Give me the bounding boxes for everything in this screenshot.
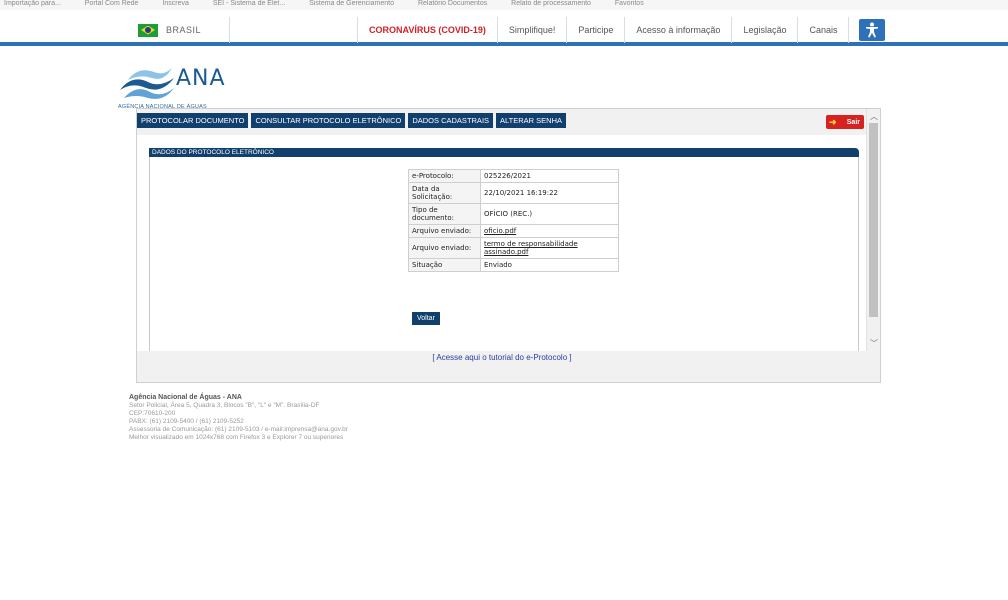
- footer-line: CEP:70610-200: [129, 410, 176, 417]
- table-row: Arquivo enviado: termo de responsabilida…: [408, 237, 619, 259]
- canais-link[interactable]: Canais: [798, 17, 850, 43]
- table-row: e-Protocolo: 025226/2021: [408, 169, 619, 183]
- vertical-scrollbar[interactable]: ︿ ﹀: [866, 109, 880, 351]
- tab-consultar[interactable]: CONSULTAR PROTOCOLO ELETRÔNICO: [251, 113, 406, 128]
- legislacao-link[interactable]: Legislação: [732, 17, 799, 43]
- section-title: DADOS DO PROTOCOLO ELETRÔNICO: [149, 148, 859, 157]
- footer: Agência Nacional de Águas - ANA Setor Po…: [129, 394, 348, 442]
- protocol-details-table: e-Protocolo: 025226/2021 Data da Solicit…: [408, 169, 619, 272]
- ana-logo[interactable]: ANA AGÊNCIA NACIONAL DE ÁGUAS: [118, 60, 258, 110]
- content-area: DADOS DO PROTOCOLO ELETRÔNICO e-Protocol…: [137, 135, 867, 351]
- detail-value: Enviado: [480, 258, 619, 272]
- tutorial-link[interactable]: [ Acesse aqui o tutorial do e-Protocolo …: [137, 353, 867, 362]
- detail-label: Arquivo enviado:: [408, 237, 481, 259]
- logout-label: Sair: [846, 118, 860, 126]
- detail-label: Tipo de documento:: [408, 203, 481, 225]
- table-row: Situação Enviado: [408, 258, 619, 272]
- gov-bar-spacer: [230, 17, 358, 43]
- section-body: e-Protocolo: 025226/2021 Data da Solicit…: [149, 157, 859, 351]
- main-frame: PROTOCOLAR DOCUMENTO CONSULTAR PROTOCOLO…: [136, 108, 881, 383]
- detail-label: Situação: [408, 258, 481, 272]
- accessibility-icon[interactable]: [859, 19, 886, 41]
- tab-dados-cadastrais[interactable]: DADOS CADASTRAIS: [408, 113, 494, 128]
- voltar-button[interactable]: Voltar: [412, 312, 440, 325]
- participe-link[interactable]: Participe: [567, 17, 626, 43]
- detail-label: e-Protocolo:: [408, 169, 481, 183]
- bookmark-item[interactable]: Inscreva: [162, 0, 188, 7]
- bookmark-item[interactable]: Favoritos: [615, 0, 644, 7]
- detail-label: Data da Solicitação:: [408, 182, 481, 204]
- footer-line: PABX: (61) 2109-5400 / (61) 2109-5252: [129, 418, 244, 425]
- covid-link[interactable]: CORONAVÍRUS (COVID-19): [358, 17, 498, 43]
- file-link[interactable]: termo de responsabilidade assinado.pdf: [484, 240, 578, 256]
- brasil-link[interactable]: BRASIL: [122, 17, 230, 43]
- footer-line: Melhor visualizado em 1024x768 com Firef…: [129, 434, 344, 441]
- bookmarks-bar: Importação para... Portal Com Rede Inscr…: [0, 0, 1008, 10]
- bookmark-item[interactable]: Portal Com Rede: [85, 0, 139, 7]
- table-row: Arquivo enviado: oficio.pdf: [408, 224, 619, 238]
- bookmark-item[interactable]: Relato de processamento: [511, 0, 591, 7]
- footer-org: Agência Nacional de Águas - ANA: [129, 394, 242, 401]
- tab-alterar-senha[interactable]: ALTERAR SENHA: [496, 113, 566, 128]
- footer-line: Setor Policial, Área 5, Quadra 3, Blocos…: [129, 402, 320, 409]
- file-link[interactable]: oficio.pdf: [484, 227, 516, 235]
- detail-value: OFÍCIO (REC.): [480, 203, 619, 225]
- brazil-flag-icon: [138, 23, 158, 37]
- footer-line: Assessoria de Comunicação: (61) 2109-510…: [129, 426, 348, 433]
- acesso-informacao-link[interactable]: Acesso à informação: [625, 17, 733, 43]
- detail-value: 025226/2021: [480, 169, 619, 183]
- tab-protocolar[interactable]: PROTOCOLAR DOCUMENTO: [137, 113, 249, 128]
- table-row: Data da Solicitação: 22/10/2021 16:19:22: [408, 182, 619, 204]
- ana-wave-icon: [120, 68, 174, 99]
- logo-name: ANA: [176, 66, 226, 91]
- bookmark-item[interactable]: Sistema de Gerenciamento: [309, 0, 394, 7]
- bookmark-item[interactable]: SEI - Sistema de Elet...: [213, 0, 285, 7]
- exit-arrow-icon: ➜: [829, 117, 837, 127]
- bookmark-item[interactable]: Relatório Documentos: [418, 0, 487, 7]
- simplifique-link[interactable]: Simplifique!: [498, 17, 568, 43]
- bookmark-item[interactable]: Importação para...: [4, 0, 61, 7]
- scroll-up-icon[interactable]: ︿: [870, 111, 878, 122]
- scroll-down-icon[interactable]: ﹀: [870, 338, 878, 349]
- detail-value: 22/10/2021 16:19:22: [480, 182, 619, 204]
- tab-bar: PROTOCOLAR DOCUMENTO CONSULTAR PROTOCOLO…: [137, 113, 566, 128]
- detail-label: Arquivo enviado:: [408, 224, 481, 238]
- table-row: Tipo de documento: OFÍCIO (REC.): [408, 203, 619, 225]
- logout-button[interactable]: ➜ Sair: [826, 115, 864, 129]
- gov-bar: BRASIL CORONAVÍRUS (COVID-19) Simplifiqu…: [0, 14, 1008, 46]
- scrollbar-thumb[interactable]: [869, 123, 878, 317]
- brasil-label: BRASIL: [166, 25, 202, 35]
